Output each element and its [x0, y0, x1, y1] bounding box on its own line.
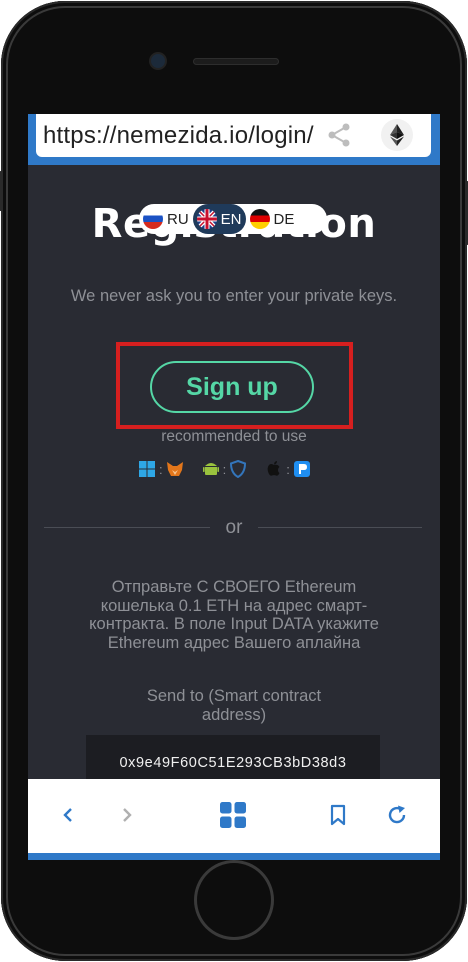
- separator: :: [159, 461, 163, 477]
- ethereum-icon[interactable]: [381, 119, 413, 151]
- metamask-icon[interactable]: [166, 460, 184, 478]
- volume-button: [0, 171, 3, 211]
- android-icon[interactable]: [202, 460, 220, 478]
- browser-bottom-bar: [28, 779, 440, 853]
- language-code: EN: [220, 210, 242, 228]
- trust-wallet-icon[interactable]: [229, 460, 247, 478]
- instructions-text: Отправьте С СВОЕГО Ethereum кошелька 0.1…: [89, 578, 379, 652]
- uk-flag-icon: [196, 209, 217, 229]
- language-switcher: RU EN DE: [139, 204, 327, 234]
- private-keys-notice: We never ask you to enter your private k…: [70, 287, 398, 305]
- divider-or: or: [225, 517, 243, 538]
- login-page: Registration RU: [28, 165, 440, 785]
- pillar-wallet-icon[interactable]: [293, 460, 311, 478]
- language-code: RU: [167, 210, 189, 228]
- earpiece-speaker: [193, 58, 279, 65]
- phone-screen: https://nemezida.io/login/ RU EN DE We n…: [28, 114, 440, 860]
- ru-flag-icon: [143, 209, 163, 229]
- separator: :: [222, 461, 227, 477]
- share-icon[interactable]: [326, 122, 352, 148]
- windows-icon[interactable]: [138, 460, 156, 478]
- contract-address-box[interactable]: 0x9e49F60C51E293CB3bD38d3: [86, 735, 380, 785]
- language-code: DE: [273, 210, 295, 228]
- bookmark-icon[interactable]: [324, 801, 352, 829]
- language-option-en[interactable]: EN: [192, 204, 246, 234]
- recommended-wallets: : ::: [138, 459, 311, 479]
- language-option-de[interactable]: DE: [246, 204, 299, 234]
- reload-icon[interactable]: [383, 801, 411, 829]
- front-camera: [151, 54, 165, 68]
- apple-icon[interactable]: [265, 460, 283, 478]
- sign-up-button[interactable]: Sign up: [150, 361, 314, 413]
- recommended-label: recommended to use: [161, 428, 307, 445]
- divider-line: [258, 527, 422, 528]
- back-icon[interactable]: [54, 801, 82, 829]
- de-flag-icon: [249, 209, 270, 229]
- home-button[interactable]: [197, 863, 271, 937]
- divider-line: [44, 527, 210, 528]
- forward-icon[interactable]: [113, 801, 141, 829]
- phone-frame: https://nemezida.io/login/ RU EN DE We n…: [0, 1, 468, 961]
- tabs-grid-icon[interactable]: [219, 801, 247, 829]
- contract-address[interactable]: 0x9e49F60C51E293CB3bD38d3: [86, 755, 380, 771]
- send-to-label: Send to (Smart contract address): [146, 687, 322, 724]
- separator: :: [286, 461, 290, 477]
- address-bar[interactable]: https://nemezida.io/login/: [36, 114, 431, 157]
- language-option-ru[interactable]: RU: [139, 204, 193, 234]
- browser-bottom-strip: [28, 853, 440, 860]
- browser-toolbar: https://nemezida.io/login/: [28, 114, 440, 165]
- url-text[interactable]: https://nemezida.io/login/: [43, 122, 314, 150]
